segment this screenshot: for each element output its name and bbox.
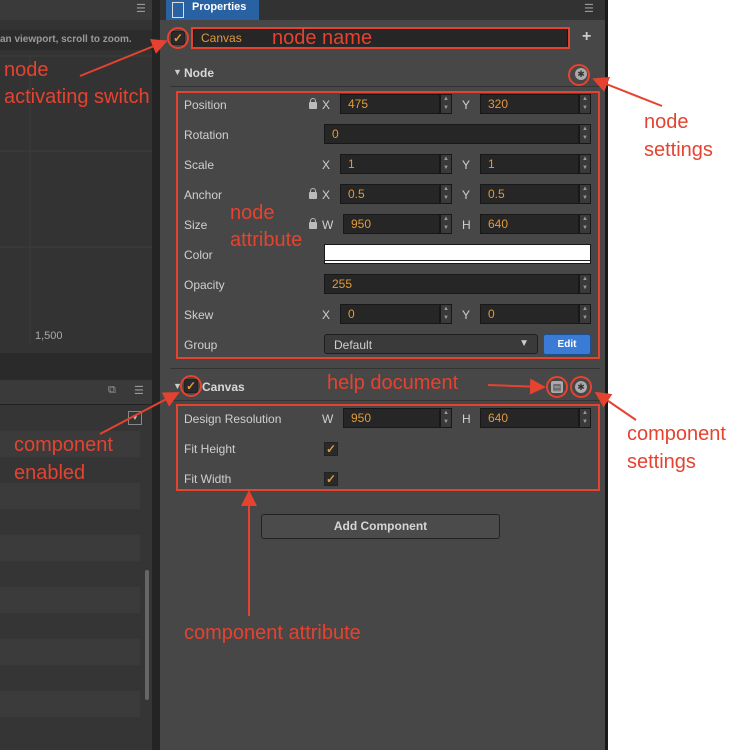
annotation-arrows [79, 39, 663, 616]
